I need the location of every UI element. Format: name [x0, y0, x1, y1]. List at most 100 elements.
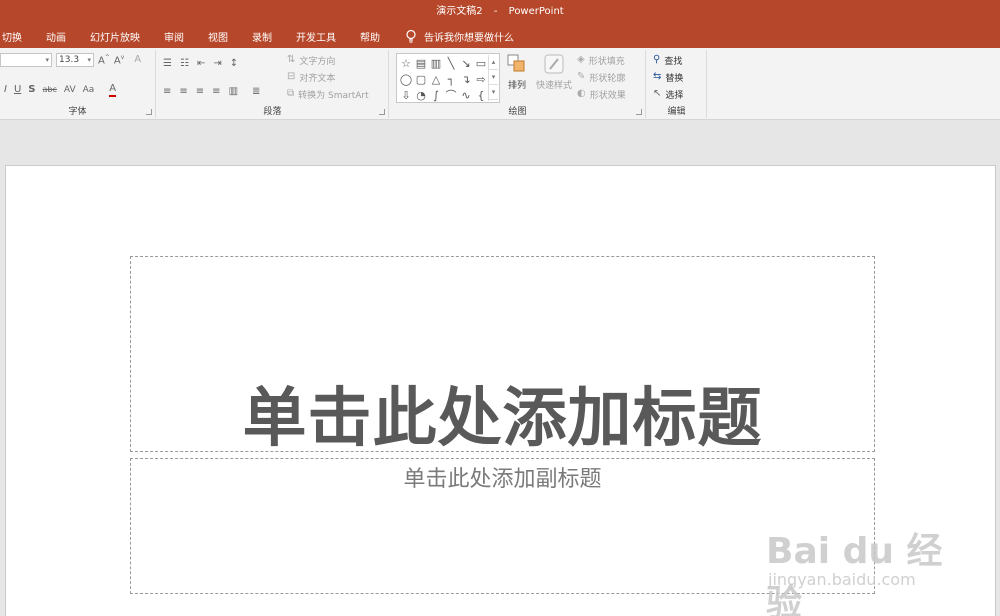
text-direction-icon: ⇅ — [287, 54, 296, 65]
editing-group-label: 编辑 — [667, 107, 686, 117]
replace-button[interactable]: 替换 — [665, 71, 683, 84]
effects-icon: ◐ — [577, 88, 586, 99]
font-group: ▾ 13.3 ▾ A^ Av A I U S abc AV Aa A 字体 — [0, 50, 156, 118]
replace-icon: ⇆ — [653, 71, 662, 82]
chevron-down-icon: ▾ — [87, 56, 91, 64]
slide-canvas[interactable]: 单击此处添加标题 单击此处添加副标题 — [5, 165, 996, 616]
shadow-button[interactable]: S — [28, 82, 35, 98]
vertical-textbox-shape-icon[interactable]: ▥ — [429, 56, 443, 71]
align-text-icon: ⊟ — [287, 71, 296, 82]
wave-shape-icon[interactable]: ∿ — [459, 88, 473, 103]
tab-help[interactable]: 帮助 — [360, 29, 380, 44]
align-text-button[interactable]: 对齐文本 — [299, 71, 335, 84]
arrange-icon — [507, 54, 525, 72]
rounded-rect-shape-icon[interactable]: ▢ — [414, 72, 428, 87]
tab-slideshow[interactable]: 幻灯片放映 — [90, 29, 140, 44]
brace-shape-icon[interactable]: { — [474, 88, 488, 103]
strikethrough-button[interactable]: abc — [42, 82, 56, 98]
chevron-down-icon: ▾ — [45, 56, 49, 64]
shapes-gallery[interactable]: ☆ ▤ ▥ ╲ ↘ ▭ ◯ ▢ △ ┐ ↴ ⇨ ⇩ ◔ ∫ ⌒ ∿ { ▴ ▾ … — [396, 53, 500, 103]
font-size-value: 13.3 — [59, 55, 80, 65]
title-placeholder-text: 单击此处添加标题 — [242, 382, 763, 456]
grow-font-icon[interactable]: A^ — [98, 50, 110, 69]
quick-styles-button[interactable]: 快速样式 — [532, 53, 576, 91]
oval-shape-icon[interactable]: ◯ — [399, 72, 413, 87]
pen-icon: ✎ — [577, 71, 586, 82]
elbow-connector-icon[interactable]: ┐ — [444, 72, 458, 87]
font-size-combo[interactable]: 13.3 ▾ — [56, 53, 94, 67]
tab-animations[interactable]: 动画 — [46, 29, 66, 44]
find-icon: ⚲ — [653, 54, 661, 65]
document-name: 演示文稿2 — [436, 6, 483, 17]
callout-shape-icon[interactable]: ◔ — [414, 88, 428, 103]
arc-shape-icon[interactable]: ⌒ — [444, 88, 458, 103]
ribbon-tabs: 切换 动画 幻灯片放映 审阅 视图 录制 开发工具 帮助 告诉我你想要做什么 — [0, 24, 1000, 48]
shrink-font-icon[interactable]: Av — [114, 50, 124, 69]
numbering-icon[interactable]: ☷ — [180, 56, 189, 72]
text-direction-button[interactable]: 文字方向 — [299, 54, 335, 67]
select-button[interactable]: 选择 — [665, 88, 683, 101]
tab-transitions[interactable]: 切换 — [2, 29, 22, 44]
title-placeholder[interactable]: 单击此处添加标题 — [130, 256, 875, 456]
title-bar: 演示文稿2 - PowerPoint — [0, 0, 1000, 24]
subtitle-placeholder[interactable]: 单击此处添加副标题 — [130, 458, 875, 594]
line-spacing-icon[interactable]: ↕ — [230, 56, 238, 72]
paint-bucket-icon: ◈ — [577, 54, 585, 65]
align-right-icon[interactable]: ≡ — [196, 84, 204, 100]
tab-record[interactable]: 录制 — [252, 29, 272, 44]
justify-icon[interactable]: ≡ — [212, 84, 220, 100]
arrange-button[interactable]: 排列 — [504, 53, 530, 91]
tab-developer[interactable]: 开发工具 — [296, 29, 336, 44]
increase-indent-icon[interactable]: ⇥ — [213, 56, 221, 72]
paragraph-group-label: 段落 — [263, 107, 282, 117]
triangle-shape-icon[interactable]: △ — [429, 72, 443, 87]
down-arrow-shape-icon[interactable]: ⇩ — [399, 88, 413, 103]
dialog-launcher-icon[interactable] — [146, 109, 152, 115]
distributed-icon[interactable]: ≣ — [252, 84, 260, 100]
rectangle-shape-icon[interactable]: ▭ — [474, 56, 488, 71]
select-cursor-icon: ↖ — [653, 88, 662, 99]
gallery-expand-icon[interactable]: ▾ — [489, 85, 498, 100]
gallery-scroll[interactable]: ▴ ▾ ▾ — [488, 55, 498, 101]
curve-shape-icon[interactable]: ∫ — [429, 88, 443, 103]
font-name-combo[interactable]: ▾ — [0, 53, 52, 67]
tell-me-text: 告诉我你想要做什么 — [424, 32, 514, 44]
ribbon: ▾ 13.3 ▾ A^ Av A I U S abc AV Aa A 字体 ☰ ☷… — [0, 48, 1000, 120]
character-spacing-button[interactable]: AV — [64, 82, 76, 98]
align-left-icon[interactable]: ≡ — [163, 84, 171, 100]
textbox-shape-icon[interactable]: ▤ — [414, 56, 428, 71]
subtitle-placeholder-text: 单击此处添加副标题 — [403, 467, 602, 492]
convert-smartart-button[interactable]: 转换为 SmartArt — [298, 88, 368, 101]
italic-button[interactable]: I — [4, 82, 7, 98]
align-center-icon[interactable]: ≡ — [179, 84, 187, 100]
columns-icon[interactable]: ▥ — [229, 84, 238, 100]
right-arrow-shape-icon[interactable]: ⇨ — [474, 72, 488, 87]
decrease-indent-icon[interactable]: ⇤ — [197, 56, 205, 72]
quick-styles-icon — [544, 54, 564, 74]
dialog-launcher-icon[interactable] — [379, 109, 385, 115]
clear-formatting-icon[interactable]: A — [134, 52, 141, 68]
change-case-button[interactable]: Aa — [83, 82, 95, 98]
shape-outline-button[interactable]: 形状轮廓 — [589, 71, 625, 84]
smartart-icon: ⧉ — [287, 88, 295, 99]
tell-me-box[interactable]: 告诉我你想要做什么 — [404, 29, 514, 44]
title-separator: - — [493, 6, 498, 17]
dialog-launcher-icon[interactable] — [636, 109, 642, 115]
elbow-arrow-icon[interactable]: ↴ — [459, 72, 473, 87]
tab-review[interactable]: 审阅 — [164, 29, 184, 44]
star-shape-icon[interactable]: ☆ — [399, 56, 413, 71]
shape-effects-button[interactable]: 形状效果 — [590, 88, 626, 101]
app-name: PowerPoint — [508, 6, 564, 17]
find-button[interactable]: 查找 — [664, 54, 682, 67]
line-shape-icon[interactable]: ╲ — [444, 56, 458, 71]
shape-fill-button[interactable]: 形状填充 — [589, 54, 625, 67]
underline-button[interactable]: U — [14, 82, 21, 98]
tab-view[interactable]: 视图 — [208, 29, 228, 44]
arrow-line-shape-icon[interactable]: ↘ — [459, 56, 473, 71]
font-color-button[interactable]: A — [109, 83, 117, 97]
scroll-up-icon[interactable]: ▴ — [489, 55, 498, 70]
bullets-icon[interactable]: ☰ — [163, 56, 172, 72]
scroll-down-icon[interactable]: ▾ — [489, 70, 498, 85]
paragraph-group: ☰ ☷ ⇤ ⇥ ↕ ⇅ 文字方向 ⊟ 对齐文本 ≡ ≡ ≡ ≡ ▥ ≣ ⧉ 转换… — [157, 50, 389, 118]
font-group-label: 字体 — [68, 107, 87, 117]
